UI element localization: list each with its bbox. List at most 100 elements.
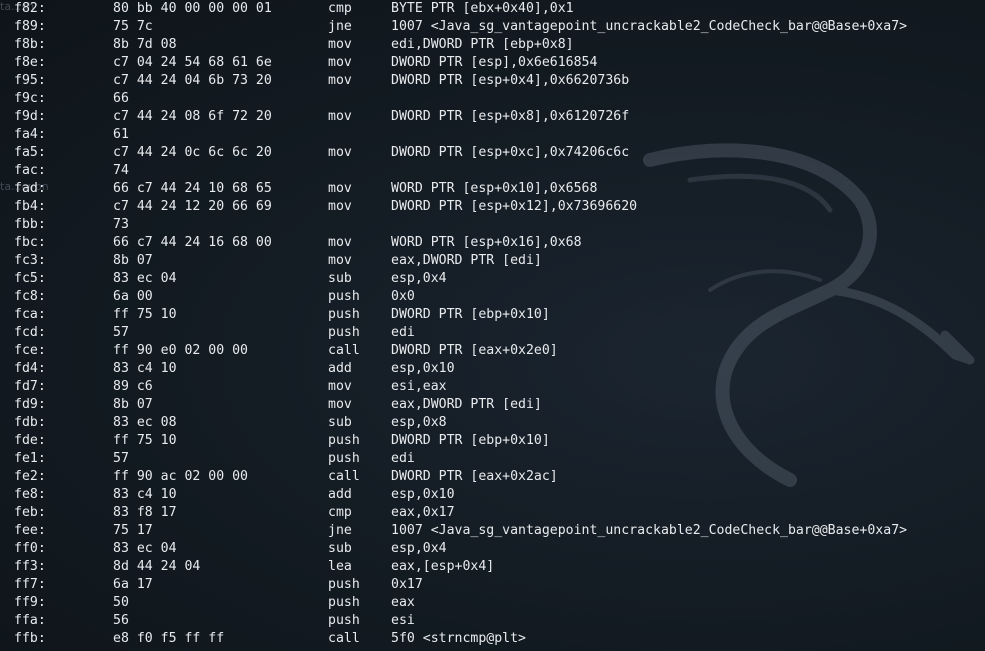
- address: fca:: [14, 307, 46, 322]
- address: f95:: [14, 73, 46, 88]
- operands: DWORD PTR [esp+0x12],0x73696620: [391, 199, 638, 214]
- disassembly-row: fc5: 83 ec 04 sub esp,0x4: [0, 270, 985, 288]
- operands: esi,eax: [391, 379, 447, 394]
- opcode-bytes: 89 c6: [113, 379, 153, 394]
- opcode-bytes: 8b 07: [113, 253, 153, 268]
- mnemonic: mov: [328, 145, 352, 160]
- disassembly-row: fdb: 83 ec 08 sub esp,0x8: [0, 414, 985, 432]
- address: fc3:: [14, 253, 46, 268]
- address: fc8:: [14, 289, 46, 304]
- operands: esp,0x4: [391, 271, 447, 286]
- disassembly-row: fde: ff 75 10 push DWORD PTR [ebp+0x10]: [0, 432, 985, 450]
- opcode-bytes: c7 44 24 08 6f 72 20: [113, 109, 272, 124]
- disassembly-row: fe2: ff 90 ac 02 00 00 call DWORD PTR [eax+…: [0, 468, 985, 486]
- mnemonic: mov: [328, 37, 352, 52]
- disassembly-row: fc3: 8b 07 mov eax,DWORD PTR [edi]: [0, 252, 985, 270]
- operands: edi: [391, 451, 415, 466]
- opcode-bytes: 6a 00: [113, 289, 153, 304]
- opcode-bytes: 83 c4 10: [113, 487, 177, 502]
- mnemonic: mov: [328, 109, 352, 124]
- operands: DWORD PTR [esp+0x4],0x6620736b: [391, 73, 630, 88]
- mnemonic: sub: [328, 271, 352, 286]
- address: f9c:: [14, 91, 46, 106]
- disassembly-row: fee: 75 17 jne 1007 <Java_sg_vantagepoint_u…: [0, 522, 985, 540]
- address: fde:: [14, 433, 46, 448]
- address: fa4:: [14, 127, 46, 142]
- disassembly-listing: f82: 80 bb 40 00 00 00 01 cmp BYTE PTR [ebx…: [0, 0, 985, 648]
- address: fa5:: [14, 145, 46, 160]
- opcode-bytes: c7 44 24 0c 6c 6c 20: [113, 145, 272, 160]
- address: fd4:: [14, 361, 46, 376]
- opcode-bytes: 8d 44 24 04: [113, 559, 201, 574]
- disassembly-row: ff0: 83 ec 04 sub esp,0x4: [0, 540, 985, 558]
- terminal-window[interactable]: ta...sh ta...ovpn f82: 80 bb 40 00 00 00 …: [0, 0, 985, 651]
- operands: DWORD PTR [esp+0x8],0x6120726f: [391, 109, 630, 124]
- address: ff0:: [14, 541, 46, 556]
- operands: DWORD PTR [esp+0xc],0x74206c6c: [391, 145, 630, 160]
- opcode-bytes: 57: [113, 325, 129, 340]
- mnemonic: call: [328, 469, 360, 484]
- mnemonic: mov: [328, 55, 352, 70]
- disassembly-row: fcd: 57 push edi: [0, 324, 985, 342]
- mnemonic: cmp: [328, 1, 352, 16]
- disassembly-row: fd4: 83 c4 10 add esp,0x10: [0, 360, 985, 378]
- disassembly-row: fbc: 66 c7 44 24 16 68 00 mov WORD PTR [esp…: [0, 234, 985, 252]
- operands: WORD PTR [esp+0x16],0x68: [391, 235, 582, 250]
- address: fbb:: [14, 217, 46, 232]
- opcode-bytes: 75 7c: [113, 19, 153, 34]
- disassembly-row: fa5: c7 44 24 0c 6c 6c 20 mov DWORD PTR [es…: [0, 144, 985, 162]
- mnemonic: sub: [328, 541, 352, 556]
- opcode-bytes: 83 ec 04: [113, 541, 177, 556]
- address: ffa:: [14, 613, 46, 628]
- address: f8e:: [14, 55, 46, 70]
- opcode-bytes: 66 c7 44 24 10 68 65: [113, 181, 272, 196]
- operands: esp,0x10: [391, 361, 455, 376]
- operands: DWORD PTR [esp],0x6e616854: [391, 55, 598, 70]
- mnemonic: push: [328, 577, 360, 592]
- mnemonic: call: [328, 631, 360, 646]
- mnemonic: mov: [328, 235, 352, 250]
- address: f82:: [14, 1, 46, 16]
- address: fac:: [14, 163, 46, 178]
- address: fad:: [14, 181, 46, 196]
- address: f8b:: [14, 37, 46, 52]
- opcode-bytes: 66: [113, 91, 129, 106]
- opcode-bytes: 6a 17: [113, 577, 153, 592]
- disassembly-row: f9c: 66: [0, 90, 985, 108]
- address: fe1:: [14, 451, 46, 466]
- opcode-bytes: 8b 07: [113, 397, 153, 412]
- opcode-bytes: 50: [113, 595, 129, 610]
- mnemonic: mov: [328, 181, 352, 196]
- operands: 1007 <Java_sg_vantagepoint_uncrackable2_…: [391, 523, 908, 538]
- address: fbc:: [14, 235, 46, 250]
- opcode-bytes: 80 bb 40 00 00 00 01: [113, 1, 272, 16]
- opcode-bytes: 66 c7 44 24 16 68 00: [113, 235, 272, 250]
- mnemonic: push: [328, 289, 360, 304]
- disassembly-row: fa4: 61: [0, 126, 985, 144]
- opcode-bytes: 73: [113, 217, 129, 232]
- disassembly-row: f8e: c7 04 24 54 68 61 6e mov DWORD PTR [es…: [0, 54, 985, 72]
- disassembly-row: fc8: 6a 00 push 0x0: [0, 288, 985, 306]
- opcode-bytes: 83 c4 10: [113, 361, 177, 376]
- address: fe2:: [14, 469, 46, 484]
- mnemonic: call: [328, 343, 360, 358]
- disassembly-row: fac: 74: [0, 162, 985, 180]
- operands: esi: [391, 613, 415, 628]
- disassembly-row: fca: ff 75 10 push DWORD PTR [ebp+0x10]: [0, 306, 985, 324]
- operands: eax,DWORD PTR [edi]: [391, 253, 542, 268]
- address: fc5:: [14, 271, 46, 286]
- operands: BYTE PTR [ebx+0x40],0x1: [391, 1, 574, 16]
- mnemonic: sub: [328, 415, 352, 430]
- address: fee:: [14, 523, 46, 538]
- operands: eax,[esp+0x4]: [391, 559, 495, 574]
- opcode-bytes: 8b 7d 08: [113, 37, 177, 52]
- mnemonic: push: [328, 433, 360, 448]
- mnemonic: mov: [328, 253, 352, 268]
- opcode-bytes: 61: [113, 127, 129, 142]
- operands: edi: [391, 325, 415, 340]
- operands: 0x0: [391, 289, 415, 304]
- opcode-bytes: ff 90 e0 02 00 00: [113, 343, 248, 358]
- mnemonic: mov: [328, 73, 352, 88]
- operands: DWORD PTR [ebp+0x10]: [391, 307, 550, 322]
- address: ff3:: [14, 559, 46, 574]
